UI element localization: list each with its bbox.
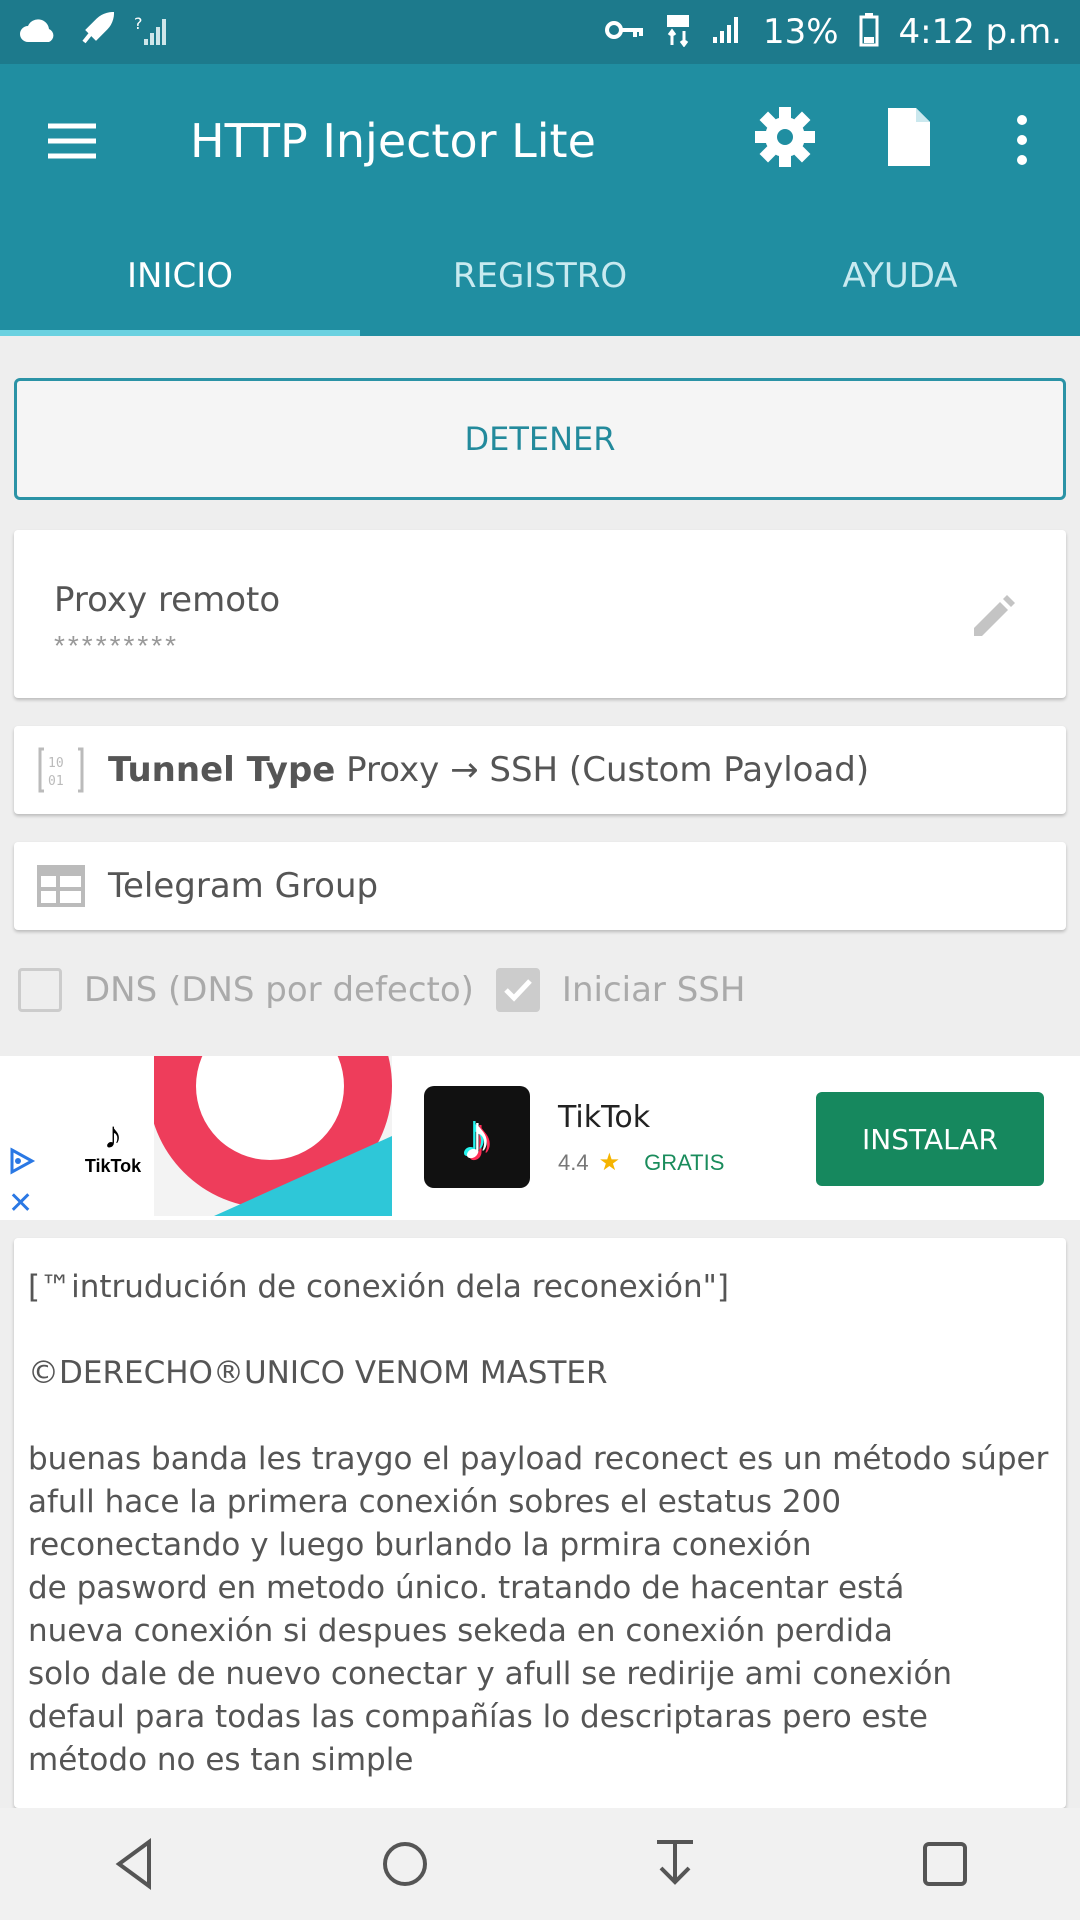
remote-proxy-card[interactable]: Proxy remoto ********* (14, 530, 1066, 698)
adchoices-icon[interactable] (6, 1146, 36, 1176)
proxy-title: Proxy remoto (54, 580, 281, 620)
desc-para-4: de pasword en metodo único. tratando de … (28, 1570, 905, 1606)
menu-button[interactable] (44, 116, 100, 166)
recents-square-icon[interactable] (915, 1834, 975, 1894)
tunnel-type-label: Tunnel Type (108, 750, 336, 790)
home-circle-icon[interactable] (375, 1834, 435, 1894)
status-right: 13% 4:12 p.m. (604, 12, 1062, 52)
status-left: ? (18, 11, 168, 53)
settings-button[interactable] (752, 104, 818, 170)
no-signal-icon: ? (134, 13, 168, 52)
desc-para-2: afull hace la primera conexión sobres el… (28, 1484, 842, 1520)
more-vert-icon (1017, 115, 1027, 165)
proxy-value: ********* (54, 630, 180, 661)
ssh-label: Iniciar SSH (561, 970, 746, 1010)
ad-close-icon[interactable]: ✕ (8, 1186, 33, 1221)
desc-para-8: método no es tan simple (28, 1742, 414, 1778)
config-description: [™intrudución de conexión dela reconexió… (14, 1238, 1066, 1808)
notifications-down-icon[interactable] (645, 1834, 705, 1894)
binary-icon: 10 01 (38, 747, 84, 793)
dns-label: DNS (DNS por defecto) (84, 970, 474, 1010)
dns-checkbox[interactable] (18, 968, 62, 1012)
vpn-key-icon (604, 18, 645, 47)
telegram-group-label: Telegram Group (108, 866, 379, 906)
svg-text:?: ? (134, 14, 143, 33)
tab-inicio[interactable]: INICIO (0, 216, 360, 336)
ad-brand-logo: ♪ TikTok (78, 1116, 148, 1177)
star-icon: ★ (598, 1149, 621, 1176)
desc-para-5: nueva conexión si despues sekeda en cone… (28, 1613, 893, 1649)
signal-icon (711, 15, 743, 50)
svg-text:01: 01 (48, 774, 64, 789)
check-icon (504, 979, 532, 1002)
back-triangle-icon[interactable] (105, 1834, 165, 1894)
battery-icon (859, 12, 879, 52)
options-row: DNS (DNS por defecto) Iniciar SSH (18, 962, 745, 1018)
desc-line-2: ©DERECHO®UNICO VENOM MASTER (28, 1355, 608, 1391)
tunnel-type-value: Proxy → SSH (Custom Payload) (346, 750, 870, 790)
battery-percent: 13% (762, 12, 839, 52)
file-icon (888, 108, 930, 166)
telegram-group-row[interactable]: Telegram Group (14, 842, 1066, 930)
tab-bar: INICIO REGISTRO AYUDA (0, 216, 1080, 336)
ad-image[interactable]: ♪ TikTok (64, 1056, 392, 1216)
status-bar: ? 13% 4:12 p.m. (0, 0, 1080, 64)
ad-banner[interactable]: ✕ ♪ TikTok ♪ TikTok 4.4 ★ GRATIS INSTALA… (0, 1056, 1080, 1220)
rocket-icon (78, 11, 115, 53)
app-title: HTTP Injector Lite (190, 114, 596, 168)
tunnel-type-row[interactable]: 10 01 Tunnel Type Proxy → SSH (Custom Pa… (14, 726, 1066, 814)
cloud-icon (18, 16, 58, 49)
desc-para-3: reconectando y luego burlando la prmira … (28, 1527, 812, 1563)
desc-para-7: defaul para todas las compañías lo descr… (28, 1699, 928, 1735)
system-nav-bar (0, 1808, 1080, 1920)
ad-rating-value: 4.4 (558, 1149, 589, 1175)
hamburger-menu-icon (48, 123, 96, 159)
ssh-checkbox[interactable] (495, 968, 540, 1012)
table-layout-icon (37, 865, 85, 907)
desc-para-6: solo dale de nuevo conectar y afull se r… (28, 1656, 953, 1692)
ad-brand-label: TikTok (84, 1156, 142, 1176)
file-button[interactable] (884, 104, 934, 170)
install-button[interactable]: INSTALAR (816, 1092, 1044, 1186)
stop-button[interactable]: DETENER (14, 378, 1066, 500)
tab-ayuda[interactable]: AYUDA (720, 216, 1080, 336)
edit-pencil-icon[interactable] (968, 592, 1018, 642)
ad-app-name: TikTok (558, 1100, 651, 1135)
tab-registro[interactable]: REGISTRO (360, 216, 720, 336)
svg-text:10: 10 (48, 756, 64, 771)
tiktok-app-icon[interactable]: ♪ (424, 1086, 530, 1188)
app-bar: HTTP Injector Lite (0, 64, 1080, 216)
desc-line-1: [™intrudución de conexión dela reconexió… (28, 1269, 730, 1305)
desc-para-1: buenas banda les traygo el payload recon… (28, 1441, 1049, 1477)
clock: 4:12 p.m. (898, 12, 1062, 52)
more-options-button[interactable] (1004, 110, 1040, 170)
gear-icon (755, 107, 815, 167)
ad-price: GRATIS (644, 1149, 725, 1175)
data-transfer-icon (665, 13, 691, 52)
tunnel-type-text: Tunnel Type Proxy → SSH (Custom Payload) (108, 750, 869, 790)
ad-rating: 4.4 ★ GRATIS (558, 1148, 724, 1177)
